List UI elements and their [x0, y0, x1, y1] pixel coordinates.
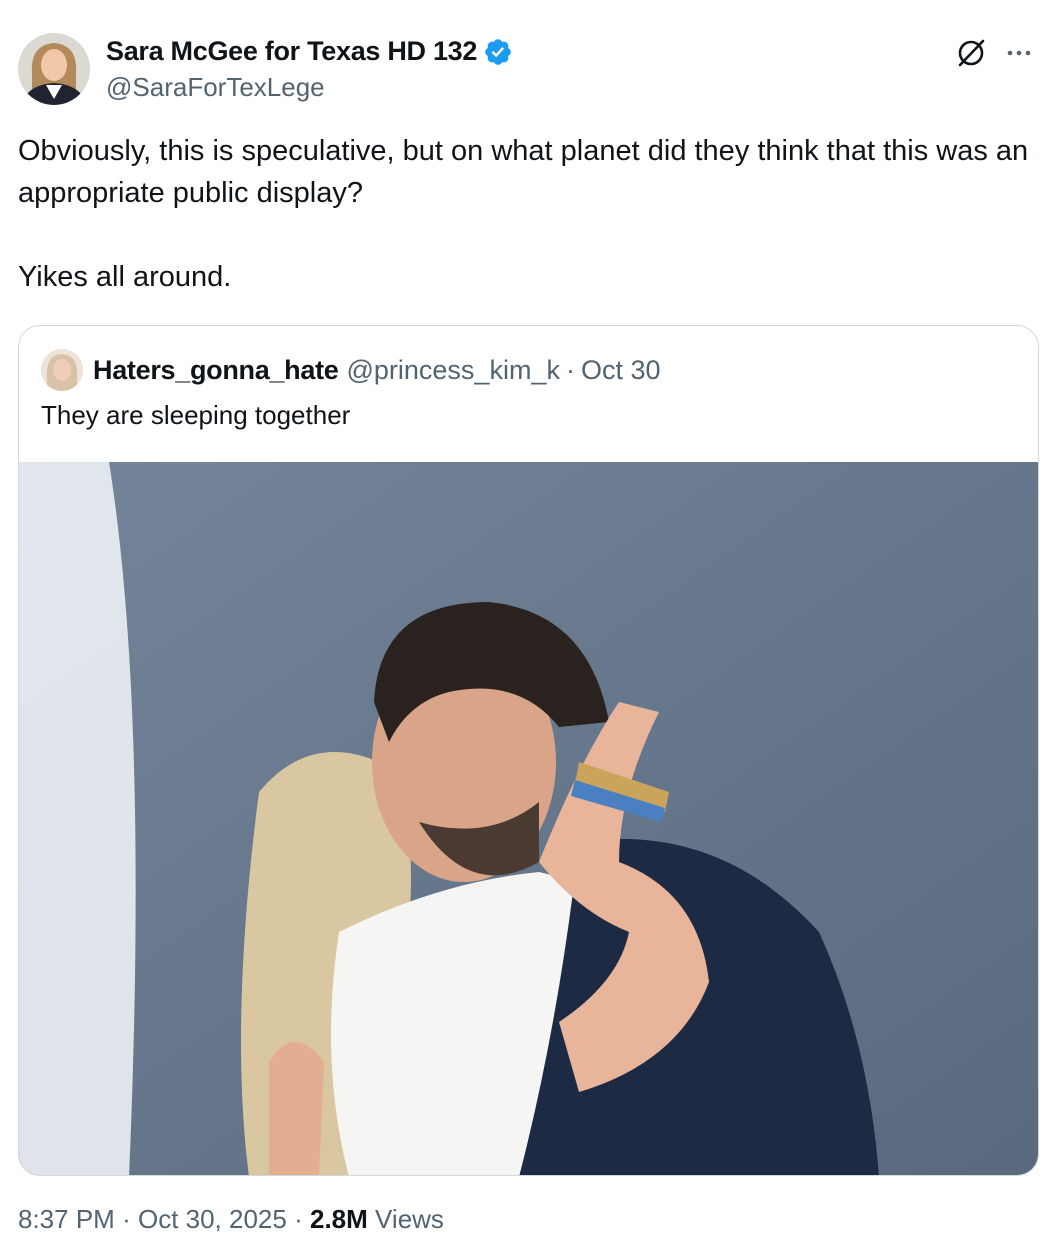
author-handle[interactable]: @SaraForTexLege	[106, 72, 325, 103]
quoted-separator: ·	[565, 354, 575, 385]
grok-icon[interactable]	[954, 36, 988, 70]
post-paragraph: Yikes all around.	[18, 261, 232, 293]
quoted-author-name[interactable]: Haters_gonna_hate	[93, 355, 339, 386]
quoted-post-photo[interactable]	[19, 462, 1038, 1175]
quoted-post-card[interactable]: Haters_gonna_hate @princess_kim_k · Oct …	[18, 325, 1039, 1176]
post-paragraph: Obviously, this is speculative, but on w…	[18, 135, 1029, 209]
post-text: Obviously, this is speculative, but on w…	[18, 130, 1042, 298]
quoted-author-handle[interactable]: @princess_kim_k	[346, 355, 559, 386]
author-name-text: Sara McGee for Texas HD 132	[106, 36, 478, 66]
author-name[interactable]: Sara McGee for Texas HD 132	[106, 36, 513, 67]
meta-separator: ·	[122, 1204, 131, 1234]
meta-separator: ·	[294, 1204, 303, 1234]
author-avatar[interactable]	[18, 33, 90, 105]
post-time[interactable]: 8:37 PM	[18, 1204, 115, 1234]
post-date[interactable]: Oct 30, 2025	[138, 1204, 287, 1234]
post-meta: 8:37 PM · Oct 30, 2025 · 2.8M Views	[18, 1204, 444, 1235]
quoted-post-date[interactable]: Oct 30	[581, 355, 661, 386]
quoted-post-text: They are sleeping together	[41, 400, 351, 430]
post-header: Sara McGee for Texas HD 132 @SaraForTexL…	[18, 30, 1042, 110]
quoted-author-avatar[interactable]	[41, 349, 83, 391]
more-icon[interactable]	[1002, 36, 1036, 70]
quoted-post-header: Haters_gonna_hate @princess_kim_k · Oct …	[41, 348, 661, 392]
verified-badge-icon	[485, 38, 511, 65]
views-label: Views	[375, 1204, 444, 1234]
views-count: 2.8M	[310, 1204, 368, 1234]
